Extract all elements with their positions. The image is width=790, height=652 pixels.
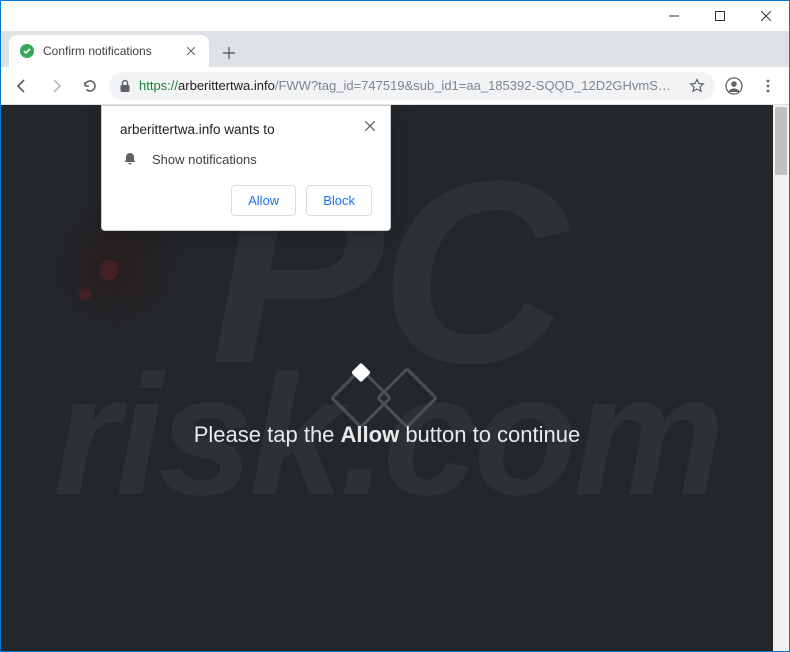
browser-tab[interactable]: Confirm notifications (9, 35, 209, 67)
prompt-bold: Allow (341, 422, 400, 447)
minimize-icon (669, 11, 679, 21)
reload-icon (82, 78, 98, 94)
content-area: PC risk.com Please tap the Allow button … (1, 105, 789, 651)
tab-strip: Confirm notifications (1, 31, 789, 67)
page-viewport: PC risk.com Please tap the Allow button … (1, 105, 773, 651)
menu-button[interactable] (753, 71, 783, 101)
reload-button[interactable] (75, 71, 105, 101)
vertical-scrollbar[interactable] (773, 105, 789, 651)
permission-close-button[interactable] (358, 114, 382, 138)
prompt-post: button to continue (399, 422, 580, 447)
minimize-button[interactable] (651, 1, 697, 31)
arrow-left-icon (14, 78, 30, 94)
star-icon (689, 78, 705, 94)
address-bar[interactable]: https://arberittertwa.info/FWW?tag_id=74… (109, 72, 715, 100)
browser-window: Confirm notifications https://arberitter… (0, 0, 790, 652)
close-icon (761, 11, 771, 21)
url-host: arberittertwa.info (178, 78, 275, 93)
profile-button[interactable] (719, 71, 749, 101)
tab-title: Confirm notifications (43, 44, 175, 58)
lock-icon (119, 79, 131, 93)
user-icon (725, 77, 743, 95)
close-icon (365, 121, 375, 131)
browser-toolbar: https://arberittertwa.info/FWW?tag_id=74… (1, 67, 789, 105)
block-button[interactable]: Block (306, 185, 372, 216)
allow-button[interactable]: Allow (231, 185, 296, 216)
bell-icon (122, 151, 138, 167)
permission-row: Show notifications (120, 151, 372, 185)
maximize-icon (715, 11, 725, 21)
permission-capability: Show notifications (152, 152, 257, 167)
back-button[interactable] (7, 71, 37, 101)
maximize-button[interactable] (697, 1, 743, 31)
url-text: https://arberittertwa.info/FWW?tag_id=74… (139, 78, 681, 93)
scrollbar-thumb[interactable] (775, 107, 787, 175)
url-scheme: https:// (139, 78, 178, 93)
plus-icon (223, 47, 235, 59)
tab-close-button[interactable] (183, 43, 199, 59)
page-prompt-text: Please tap the Allow button to continue (1, 422, 773, 448)
window-titlebar (1, 1, 789, 31)
kebab-icon (761, 79, 775, 93)
close-icon (187, 47, 195, 55)
prompt-pre: Please tap the (194, 422, 341, 447)
permission-dialog: arberittertwa.info wants to Show notific… (101, 105, 391, 231)
arrow-right-icon (48, 78, 64, 94)
loading-spinner-icon (327, 368, 447, 428)
permission-origin: arberittertwa.info wants to (120, 122, 372, 137)
new-tab-button[interactable] (215, 39, 243, 67)
url-path: /FWW?tag_id=747519&sub_id1=aa_185392-SQQ… (275, 78, 681, 93)
bookmark-button[interactable] (689, 78, 705, 94)
close-window-button[interactable] (743, 1, 789, 31)
favicon-checkmark-icon (19, 43, 35, 59)
forward-button[interactable] (41, 71, 71, 101)
